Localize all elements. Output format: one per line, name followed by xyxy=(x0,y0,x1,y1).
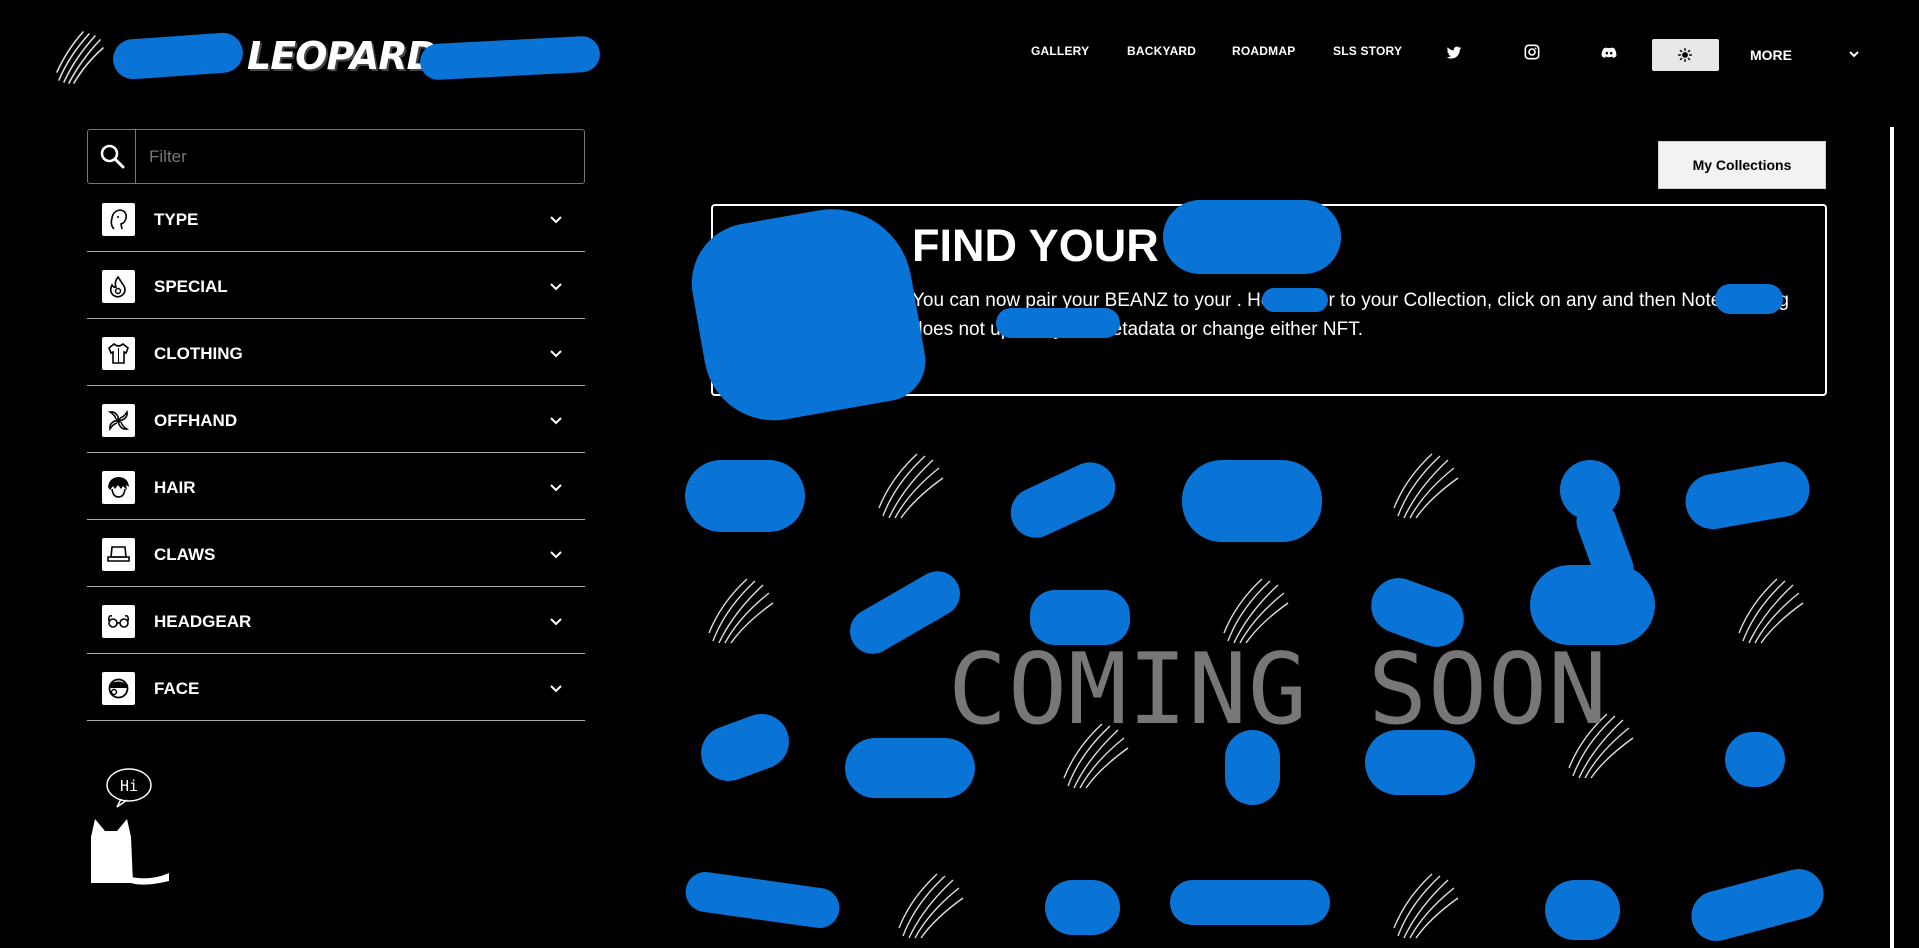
redaction-mark xyxy=(419,35,601,81)
redacted-item[interactable] xyxy=(685,460,805,532)
redacted-item[interactable] xyxy=(1725,732,1785,787)
chevron-down-icon xyxy=(550,283,562,291)
chevron-down-icon xyxy=(550,350,562,358)
cat-mascot-icon[interactable]: Hi xyxy=(85,765,175,885)
chevron-down-icon xyxy=(550,216,562,224)
more-menu[interactable]: MORE xyxy=(1750,47,1792,63)
category-label: CLOTHING xyxy=(154,344,243,363)
category-label: HEADGEAR xyxy=(154,612,252,631)
claw-marks-icon[interactable] xyxy=(895,870,965,940)
sun-icon xyxy=(1678,48,1692,62)
redacted-item[interactable] xyxy=(1545,880,1620,940)
category-headgear[interactable]: HEADGEAR xyxy=(87,587,585,654)
claws-icon xyxy=(102,538,135,571)
category-claws[interactable]: CLAWS xyxy=(87,520,585,587)
redaction-mark xyxy=(996,308,1120,338)
redacted-item[interactable] xyxy=(1002,454,1124,546)
banner-title: FIND YOUR xyxy=(912,220,1159,271)
chevron-down-icon xyxy=(550,618,562,626)
instagram-icon[interactable] xyxy=(1524,44,1540,60)
redaction-mark xyxy=(111,31,245,81)
category-label: HAIR xyxy=(154,478,196,497)
claw-marks-icon[interactable] xyxy=(1735,575,1805,645)
redacted-item[interactable] xyxy=(693,706,797,789)
type-icon xyxy=(102,203,135,236)
category-special[interactable]: SPECIAL xyxy=(87,252,585,319)
claw-marks-icon[interactable] xyxy=(705,575,775,645)
category-offhand[interactable]: OFFHAND xyxy=(87,386,585,453)
category-clothing[interactable]: CLOTHING xyxy=(87,319,585,386)
category-label: CLAWS xyxy=(154,545,216,564)
category-label: TYPE xyxy=(154,210,199,229)
headgear-icon xyxy=(102,605,135,638)
redaction-mark xyxy=(1262,288,1328,312)
nav-sls-story[interactable]: SLS STORY xyxy=(1333,44,1402,58)
claw-marks-icon xyxy=(56,31,104,84)
chevron-down-icon xyxy=(550,551,562,559)
my-collections-button[interactable]: My Collections xyxy=(1658,141,1826,189)
twitter-icon[interactable] xyxy=(1446,45,1462,61)
chevron-down-icon xyxy=(550,417,562,425)
category-type[interactable]: TYPE xyxy=(87,185,585,252)
site-logo[interactable]: LEOPARD xyxy=(55,28,605,88)
nav-backyard[interactable]: BACKYARD xyxy=(1127,44,1196,58)
chevron-down-icon xyxy=(550,685,562,693)
redaction-mark xyxy=(1163,200,1341,274)
face-icon xyxy=(102,672,135,705)
claw-marks-icon[interactable] xyxy=(875,450,945,520)
brand-name: LEOPARD xyxy=(247,34,438,78)
category-label: FACE xyxy=(154,679,200,698)
redaction-mark xyxy=(1715,284,1783,314)
redacted-item[interactable] xyxy=(1681,457,1814,534)
category-label: SPECIAL xyxy=(154,277,228,296)
scrollbar[interactable] xyxy=(1890,127,1894,948)
site-header: LEOPARD GALLERY BACKYARD ROADMAP SLS STO… xyxy=(0,0,1919,110)
redacted-item[interactable] xyxy=(1685,863,1830,947)
redacted-item[interactable] xyxy=(1182,460,1322,542)
mascot-speech: Hi xyxy=(120,777,138,795)
redacted-item[interactable] xyxy=(845,738,975,798)
offhand-icon xyxy=(102,404,135,437)
filter-input[interactable] xyxy=(137,130,583,183)
coming-soon-text: COMING SOON xyxy=(948,633,1609,747)
chevron-down-icon[interactable] xyxy=(1848,48,1860,60)
search-icon xyxy=(100,144,125,169)
nav-roadmap[interactable]: ROADMAP xyxy=(1232,44,1295,58)
category-label: OFFHAND xyxy=(154,411,238,430)
claw-marks-icon[interactable] xyxy=(1390,870,1460,940)
category-face[interactable]: FACE xyxy=(87,654,585,721)
category-hair[interactable]: HAIR xyxy=(87,453,585,520)
flame-icon xyxy=(102,270,135,303)
filter-box xyxy=(87,129,585,184)
nav-gallery[interactable]: GALLERY xyxy=(1031,44,1089,58)
chevron-down-icon xyxy=(550,484,562,492)
search-button[interactable] xyxy=(88,130,136,183)
redacted-item[interactable] xyxy=(682,869,843,931)
claw-marks-icon[interactable] xyxy=(1390,450,1460,520)
shirt-icon xyxy=(102,337,135,370)
discord-icon[interactable] xyxy=(1601,45,1617,61)
redacted-item[interactable] xyxy=(1045,880,1120,935)
redacted-item[interactable] xyxy=(1170,880,1330,925)
theme-toggle-button[interactable] xyxy=(1652,39,1719,71)
hair-icon xyxy=(102,471,135,504)
